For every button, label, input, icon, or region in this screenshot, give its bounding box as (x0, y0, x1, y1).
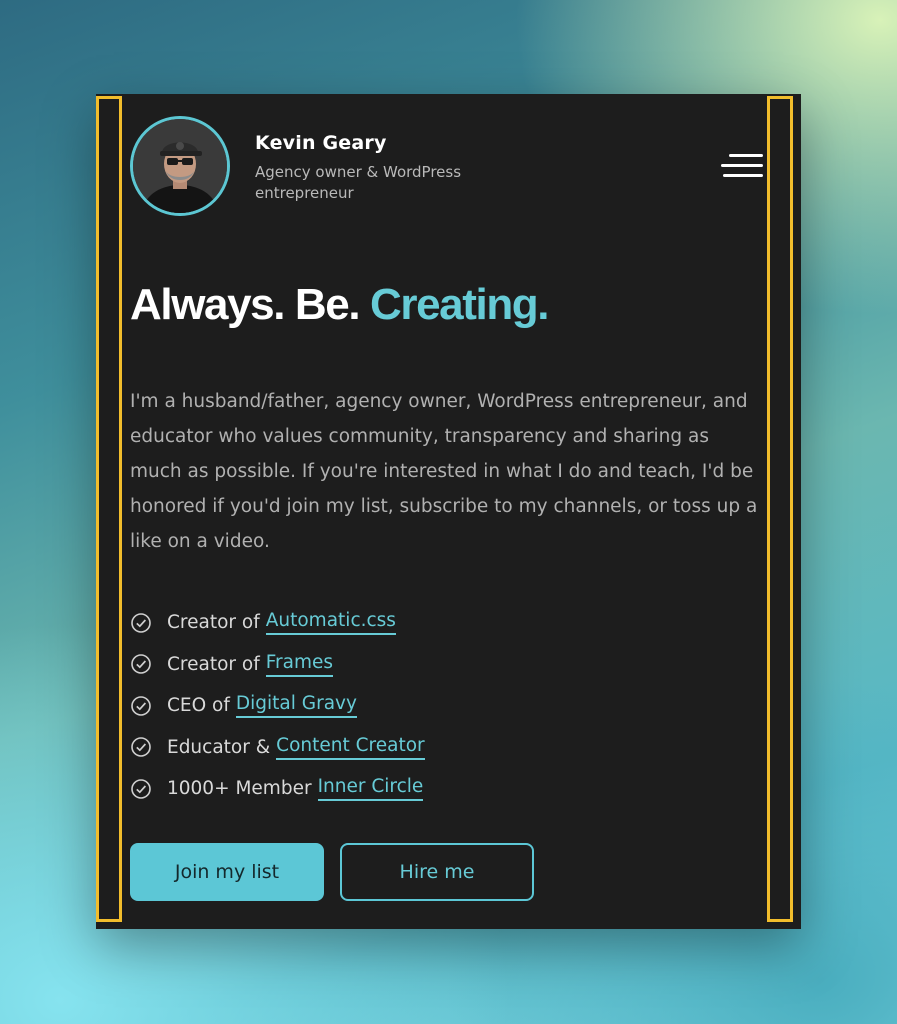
list-item: Creator of Frames (130, 644, 425, 686)
list-item: 1000+ Member Inner Circle (130, 768, 425, 810)
avatar (130, 116, 230, 216)
headline-plain: Always. Be. (130, 280, 361, 329)
page-headline: Always. Be. Creating. (130, 280, 550, 330)
hero-card: Kevin Geary Agency owner & WordPress ent… (96, 94, 801, 929)
check-circle-icon (131, 654, 151, 675)
check-circle-icon (131, 778, 151, 799)
credit-link-content-creator[interactable]: Content Creator (276, 735, 425, 760)
join-list-button[interactable]: Join my list (130, 843, 324, 901)
hamburger-menu-icon (729, 154, 763, 157)
profile-name: Kevin Geary (255, 132, 387, 154)
list-item: Educator & Content Creator (130, 727, 425, 769)
check-circle-icon (131, 612, 151, 633)
hamburger-menu-icon (721, 164, 763, 167)
credits-list: Creator of Automatic.css Creator of Fram… (130, 602, 425, 810)
credit-prefix: Creator of (167, 653, 260, 675)
hire-me-button[interactable]: Hire me (340, 843, 534, 901)
credit-prefix: CEO of (167, 695, 230, 717)
check-circle-icon (131, 737, 151, 758)
credit-prefix: Educator & (167, 736, 271, 758)
credit-prefix: Creator of (167, 612, 260, 634)
credit-prefix: 1000+ Member (167, 778, 312, 800)
credit-link-automatic-css[interactable]: Automatic.css (265, 610, 396, 636)
credit-link-frames[interactable]: Frames (265, 652, 334, 677)
list-item: CEO of Digital Gravy (130, 685, 425, 727)
left-gutter-guide (96, 96, 122, 922)
hamburger-menu-icon (723, 174, 763, 177)
menu-button[interactable] (717, 150, 763, 182)
right-gutter-guide (767, 96, 793, 922)
list-item: Creator of Automatic.css (130, 602, 425, 644)
check-circle-icon (131, 695, 151, 716)
bio-paragraph: I'm a husband/father, agency owner, Word… (130, 391, 758, 552)
credit-link-digital-gravy[interactable]: Digital Gravy (235, 693, 357, 719)
profile-tagline: Agency owner & WordPress entrepreneur (255, 163, 462, 202)
credit-link-inner-circle[interactable]: Inner Circle (317, 776, 424, 802)
headline-accent: Creating. (370, 280, 550, 329)
